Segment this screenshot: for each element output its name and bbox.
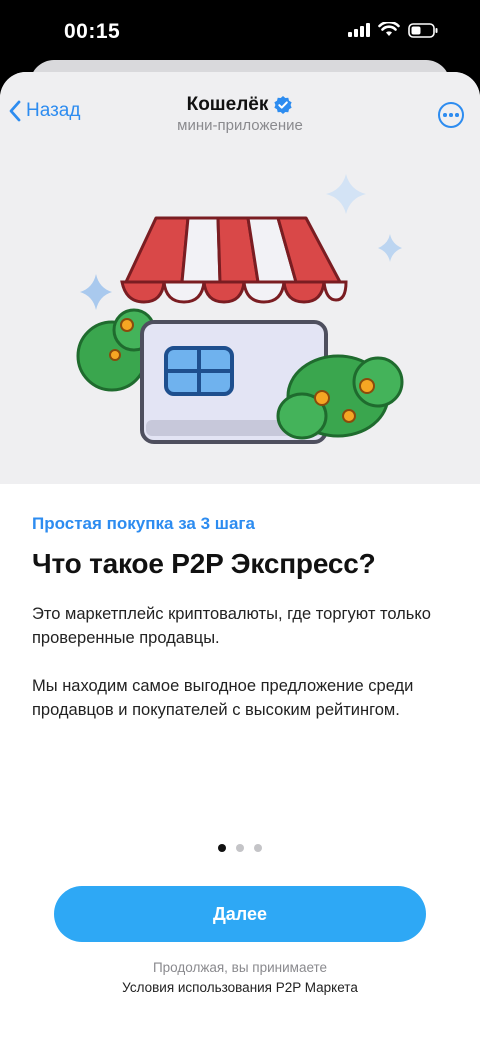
terms-note: Продолжая, вы принимаете <box>152 960 328 975</box>
app-subtitle: мини-приложение <box>177 117 303 134</box>
battery-icon <box>408 22 438 38</box>
description-paragraph: Это маркетплейс криптовалюты, где торгую… <box>32 605 431 647</box>
header: Назад Кошелёк мини-приложение <box>0 72 480 152</box>
dot-icon <box>449 113 453 117</box>
more-options-button[interactable] <box>438 102 464 128</box>
terms-block: Продолжая, вы принимаете Условия использ… <box>0 958 480 998</box>
shop-illustration <box>76 174 404 444</box>
title-row: Кошелёк <box>187 94 294 116</box>
page-indicator <box>0 844 480 852</box>
app-title: Кошелёк <box>186 94 269 115</box>
status-icons <box>348 22 438 38</box>
terms-link[interactable]: Условия использования P2P Маркета <box>0 978 480 998</box>
shop-awning <box>120 216 348 304</box>
page-dot-active[interactable] <box>218 844 226 852</box>
status-bar: 00:15 <box>0 0 480 64</box>
headline: Что такое P2P Экспресс? <box>32 548 376 579</box>
step-eyebrow: Простая покупка за 3 шага <box>32 514 255 533</box>
dot-icon <box>455 113 459 117</box>
page-dot[interactable] <box>236 844 244 852</box>
page-dot[interactable] <box>254 844 262 852</box>
dot-icon <box>443 113 447 117</box>
sparkle-icon <box>378 234 402 262</box>
sparkle-icon <box>326 174 366 214</box>
title-block: Кошелёк мини-приложение <box>0 94 480 134</box>
wifi-icon <box>378 22 400 36</box>
mini-app-sheet: Назад Кошелёк мини-приложение Простая по… <box>0 72 480 1041</box>
description-paragraph: Мы находим самое выгодное предложение ср… <box>32 677 414 719</box>
onboarding-content: Простая покупка за 3 шага Что такое P2P … <box>32 514 452 722</box>
signal-icon <box>348 23 370 37</box>
next-button[interactable]: Далее <box>54 886 426 942</box>
status-time: 00:15 <box>64 20 121 43</box>
verified-badge-icon <box>274 96 292 114</box>
sparkle-icon <box>80 274 112 310</box>
